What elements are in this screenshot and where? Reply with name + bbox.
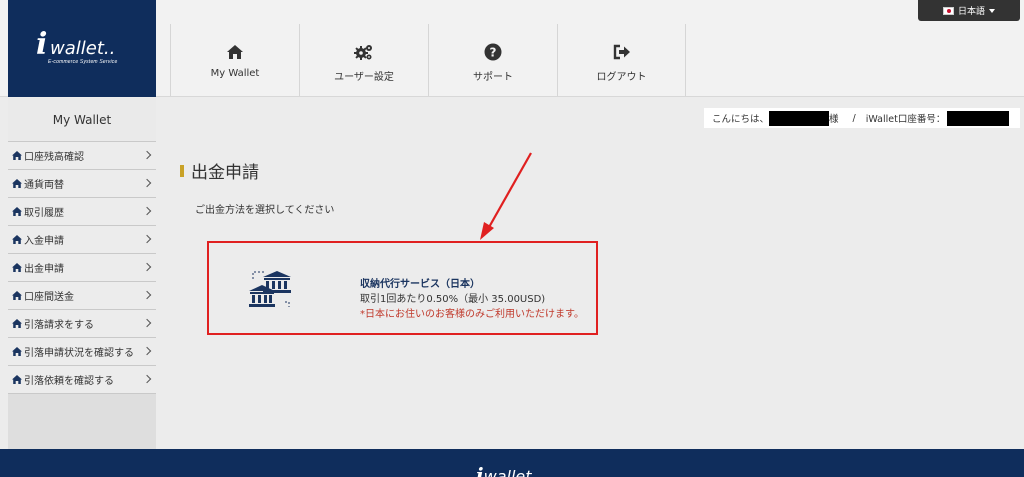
sidebar-item[interactable]: 口座間送金 <box>8 282 156 310</box>
language-selector[interactable]: 日本語 <box>918 0 1020 21</box>
redacted-account-number <box>947 110 1010 126</box>
title-accent-bar <box>180 164 184 177</box>
page-title-text: 出金申請 <box>191 163 259 183</box>
home-icon <box>12 290 23 301</box>
greeting-separator: / <box>852 112 856 124</box>
sidebar-item[interactable]: 取引履歴 <box>8 198 156 226</box>
home-icon <box>12 178 23 189</box>
nav-user-settings[interactable]: ユーザー設定 <box>299 24 428 96</box>
sidebar-item[interactable]: 口座残高確認 <box>8 142 156 170</box>
sign-out-icon <box>612 42 632 62</box>
sidebar-item-label: 口座間送金 <box>24 292 74 303</box>
chevron-right-icon <box>142 290 152 300</box>
greeting-suffix: 様 <box>829 114 839 125</box>
home-icon <box>12 262 23 273</box>
chevron-right-icon <box>142 234 152 244</box>
home-icon <box>12 318 23 329</box>
redacted-username <box>769 110 830 126</box>
language-label: 日本語 <box>957 7 985 17</box>
chevron-right-icon <box>142 178 152 188</box>
page-title: 出金申請 <box>180 158 259 183</box>
chevron-right-icon <box>142 262 152 272</box>
home-icon <box>12 346 23 357</box>
sidebar-item-label: 出金申請 <box>24 264 64 275</box>
nav-label: サポート <box>473 72 513 83</box>
greeting-bar: こんにちは、 様 / iWallet口座番号： <box>704 108 1020 128</box>
footer-logo[interactable]: iwallet <box>476 463 532 477</box>
header: i wallet.. E-commerce System Service My … <box>0 0 1024 97</box>
sidebar-item[interactable]: 入金申請 <box>8 226 156 254</box>
nav-support[interactable]: ? サポート <box>428 24 557 96</box>
nav-label: ユーザー設定 <box>334 72 394 83</box>
option-fee: 取引1回あたり0.50%（最小 35.00USD) <box>360 294 546 305</box>
question-circle-icon: ? <box>483 42 503 62</box>
withdrawal-option-collection-agency[interactable]: 収納代行サービス（日本） 取引1回あたり0.50%（最小 35.00USD) *… <box>207 241 598 335</box>
chevron-right-icon <box>142 206 152 216</box>
sidebar-item-label: 引落依頼を確認する <box>24 376 114 387</box>
sidebar-item-label: 取引履歴 <box>24 208 64 219</box>
logo-panel[interactable]: i wallet.. E-commerce System Service <box>8 0 156 97</box>
instruction-text: ご出金方法を選択してください <box>195 205 335 216</box>
footer-logo-i: i <box>476 463 484 477</box>
footer: iwallet <box>0 449 1024 477</box>
cogs-icon <box>354 42 374 62</box>
home-icon <box>12 206 23 217</box>
sidebar-item[interactable]: 引落依頼を確認する <box>8 366 156 394</box>
sidebar-item[interactable]: 引落請求をする <box>8 310 156 338</box>
chevron-right-icon <box>142 150 152 160</box>
svg-text:?: ? <box>490 46 497 60</box>
home-icon <box>12 234 23 245</box>
account-number-label: iWallet口座番号： <box>865 114 946 125</box>
sidebar-item-label: 通貨両替 <box>24 180 64 191</box>
sidebar-item[interactable]: 引落申請状況を確認する <box>8 338 156 366</box>
sidebar-item[interactable]: 出金申請 <box>8 254 156 282</box>
option-note: *日本にお住いのお客様のみご利用いただけます。 <box>360 309 584 320</box>
sidebar-item-label: 入金申請 <box>24 236 64 247</box>
sidebar-title: My Wallet <box>8 98 156 142</box>
caret-down-icon <box>989 8 995 13</box>
nav-label: My Wallet <box>210 68 260 79</box>
logo-tagline: E-commerce System Service <box>48 59 118 65</box>
sidebar-item-label: 口座残高確認 <box>24 152 84 163</box>
option-title: 収納代行サービス（日本） <box>360 279 480 290</box>
sidebar-item-label: 引落請求をする <box>24 320 94 331</box>
japan-flag-icon <box>942 6 954 15</box>
greeting-prefix: こんにちは、 <box>712 114 770 125</box>
chevron-right-icon <box>142 346 152 356</box>
top-nav: My Wallet ユーザー設定 ? サポート ログアウト <box>170 24 686 96</box>
home-icon <box>225 42 245 62</box>
logo-i: i <box>36 27 48 62</box>
logo-word: wallet.. <box>50 38 116 59</box>
nav-my-wallet[interactable]: My Wallet <box>170 24 299 96</box>
bank-transfer-icon <box>247 267 295 315</box>
home-icon <box>12 374 23 385</box>
nav-label: ログアウト <box>596 72 647 83</box>
home-icon <box>12 150 23 161</box>
sidebar: My Wallet 口座残高確認 通貨両替取引履歴入金申請出金申請口座間送金引落請… <box>8 98 156 450</box>
chevron-right-icon <box>142 318 152 328</box>
sidebar-item-label: 引落申請状況を確認する <box>24 348 134 359</box>
footer-logo-word: wallet <box>483 467 532 477</box>
nav-logout[interactable]: ログアウト <box>557 24 686 96</box>
chevron-right-icon <box>142 374 152 384</box>
sidebar-item[interactable]: 通貨両替 <box>8 170 156 198</box>
